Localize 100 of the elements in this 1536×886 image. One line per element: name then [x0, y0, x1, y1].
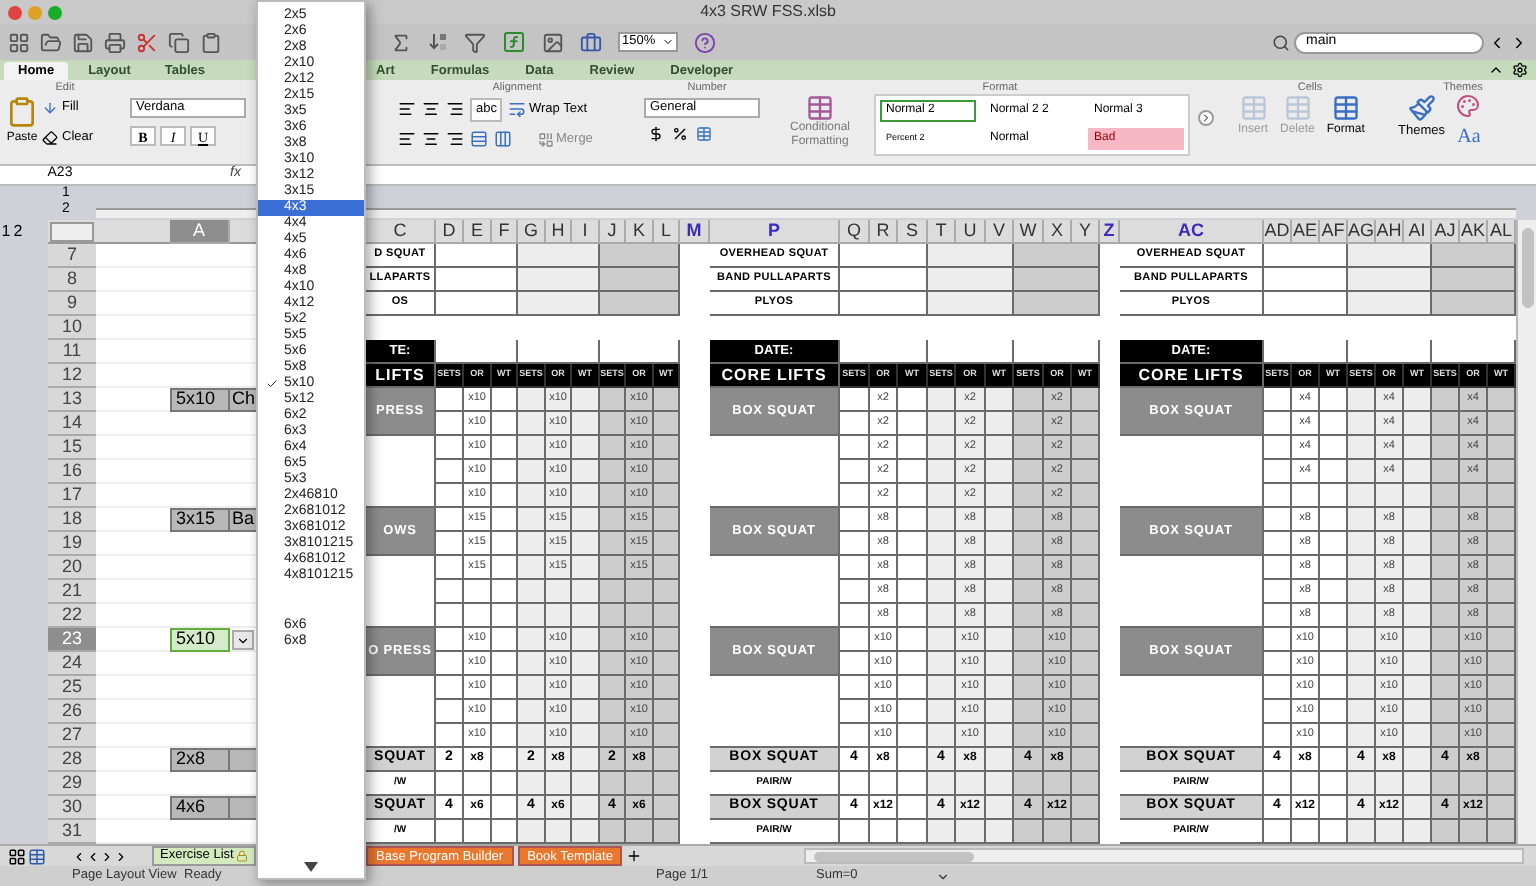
copy-icon[interactable]	[168, 31, 190, 53]
horizontal-scrollbar[interactable]	[804, 848, 1524, 864]
outline-level-button[interactable]: 2	[12, 220, 24, 244]
cut-icon[interactable]	[136, 31, 158, 53]
colors-icon[interactable]	[1456, 94, 1481, 118]
column-header[interactable]: G	[518, 220, 546, 244]
row-header[interactable]: 22	[48, 604, 96, 628]
column-header[interactable]: J	[600, 220, 626, 244]
paste-icon[interactable]	[200, 31, 222, 53]
row-header[interactable]: 17	[48, 484, 96, 508]
theme-fonts-button[interactable]: Aa	[1457, 122, 1481, 152]
row-header[interactable]: 26	[48, 700, 96, 724]
printer-icon[interactable]	[104, 31, 126, 53]
row-header[interactable]: 27	[48, 724, 96, 748]
column-header[interactable]: AK	[1460, 220, 1488, 244]
column-header[interactable]: X	[1044, 220, 1072, 244]
function-icon[interactable]	[502, 30, 526, 54]
column-header[interactable]: AE	[1292, 220, 1320, 244]
last-sheet-icon[interactable]	[114, 849, 128, 863]
row-header[interactable]: 29	[48, 772, 96, 796]
row-header[interactable]: 12	[48, 364, 96, 388]
column-header[interactable]: Y	[1072, 220, 1100, 244]
column-header[interactable]: AG	[1348, 220, 1376, 244]
column-header[interactable]: AD	[1264, 220, 1292, 244]
column-header[interactable]: AJ	[1432, 220, 1460, 244]
column-header[interactable]: D	[436, 220, 464, 244]
save-icon[interactable]	[72, 31, 94, 53]
previous-icon[interactable]	[1488, 33, 1506, 51]
row-header[interactable]: 8	[48, 268, 96, 292]
currency-icon[interactable]	[648, 126, 664, 142]
row-header[interactable]: 28	[48, 748, 96, 772]
row-header[interactable]: 20	[48, 556, 96, 580]
normal-view-icon[interactable]	[8, 847, 26, 865]
sort-icon[interactable]	[428, 32, 448, 52]
column-header[interactable]: P	[710, 220, 840, 244]
page-layout-view-icon[interactable]	[28, 847, 46, 865]
row-header[interactable]: 25	[48, 676, 96, 700]
row-header[interactable]: 21	[48, 580, 96, 604]
column-header[interactable]: U	[956, 220, 986, 244]
row-header[interactable]: 9	[48, 292, 96, 316]
column-header[interactable]: AF	[1320, 220, 1348, 244]
row-header[interactable]: 18	[48, 508, 96, 532]
column-header[interactable]: W	[1014, 220, 1044, 244]
row-header[interactable]: 19	[48, 532, 96, 556]
column-header[interactable]: AI	[1404, 220, 1432, 244]
row-header[interactable]: 10	[48, 316, 96, 340]
previous-sheet-icon[interactable]	[86, 849, 100, 863]
column-header[interactable]: M	[680, 220, 710, 244]
dropdown-button[interactable]	[232, 630, 254, 650]
close-button[interactable]	[8, 5, 22, 19]
scroll-thumb[interactable]	[814, 851, 974, 861]
row-header[interactable]: 15	[48, 436, 96, 460]
image-icon[interactable]	[542, 31, 564, 53]
settings-icon[interactable]	[1512, 62, 1528, 78]
search-icon[interactable]	[1272, 33, 1290, 51]
column-header[interactable]: Q	[840, 220, 870, 244]
scroll-thumb[interactable]	[1521, 228, 1533, 308]
align-left-icon[interactable]	[398, 130, 416, 149]
caret-icon[interactable]	[936, 869, 950, 883]
row-header[interactable]: 24	[48, 652, 96, 676]
column-header[interactable]: V	[986, 220, 1014, 244]
column-header[interactable]: K	[626, 220, 654, 244]
row-header[interactable]: 11	[48, 340, 96, 364]
column-header[interactable]: H	[546, 220, 572, 244]
percent-icon[interactable]	[672, 126, 688, 142]
collapse-icon[interactable]	[1488, 62, 1504, 78]
row-header[interactable]: 7	[48, 244, 96, 268]
next-icon[interactable]	[1510, 33, 1528, 51]
row-header[interactable]: 30	[48, 796, 96, 820]
first-sheet-icon[interactable]	[72, 849, 86, 863]
column-header[interactable]: T	[928, 220, 956, 244]
column-header[interactable]: I	[572, 220, 600, 244]
column-header[interactable]: F	[492, 220, 518, 244]
row-header[interactable]: 31	[48, 820, 96, 844]
help-icon[interactable]	[694, 31, 716, 53]
filter-icon[interactable]	[464, 31, 486, 53]
row-header[interactable]: 14	[48, 412, 96, 436]
column-header[interactable]: E	[464, 220, 492, 244]
row-header[interactable]: 13	[48, 388, 96, 412]
column-header[interactable]: S	[898, 220, 928, 244]
outline-level-button[interactable]: 1	[0, 220, 12, 244]
column-header[interactable]: R	[870, 220, 898, 244]
column-header[interactable]: C	[366, 220, 436, 244]
scroll-down-icon[interactable]	[304, 862, 318, 872]
column-header[interactable]: Z	[1100, 220, 1120, 244]
sum-icon[interactable]	[390, 31, 412, 53]
new-icon[interactable]	[8, 31, 30, 53]
next-sheet-icon[interactable]	[100, 849, 114, 863]
column-header[interactable]: AH	[1376, 220, 1404, 244]
column-header[interactable]: AL	[1488, 220, 1516, 244]
vertical-scrollbar[interactable]	[1516, 220, 1536, 844]
select-all-button[interactable]	[50, 222, 94, 242]
align-center-icon[interactable]	[422, 130, 440, 149]
align-right-icon[interactable]	[446, 130, 464, 149]
table-cell	[898, 508, 928, 532]
column-header[interactable]: AC	[1120, 220, 1264, 244]
row-header[interactable]: 16	[48, 460, 96, 484]
add-sheet-icon[interactable]	[626, 848, 643, 864]
column-header[interactable]: L	[654, 220, 680, 244]
folder-icon[interactable]	[40, 31, 62, 53]
